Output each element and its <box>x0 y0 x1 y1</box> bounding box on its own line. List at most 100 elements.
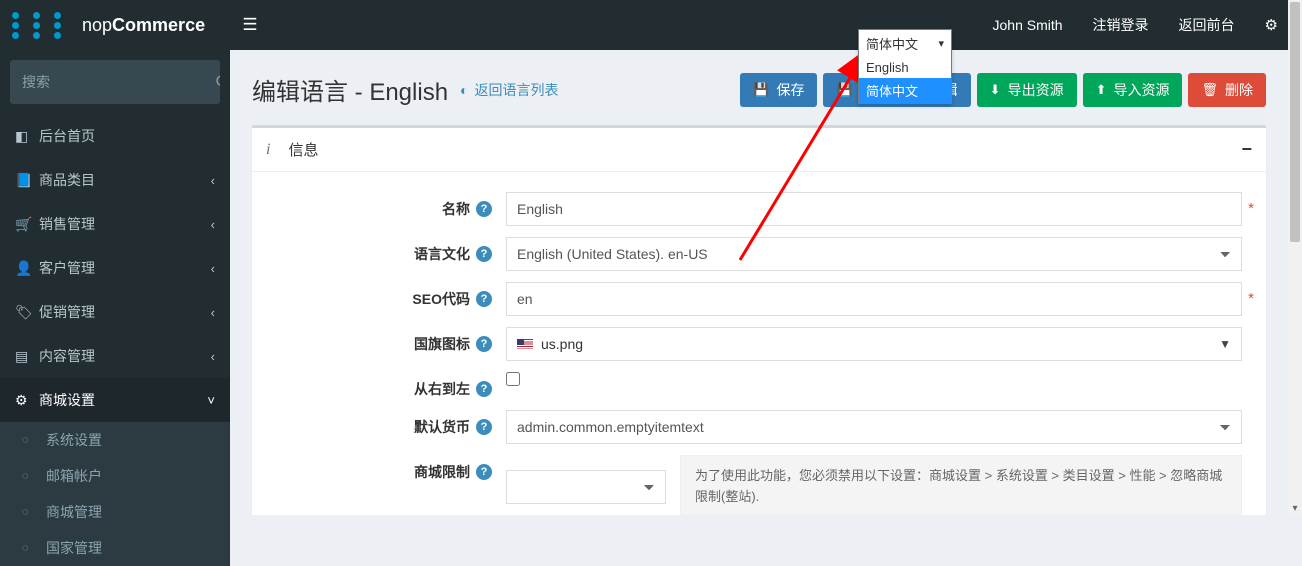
scroll-down-button[interactable]: ▾ <box>1288 501 1302 515</box>
input-name[interactable] <box>506 192 1242 226</box>
sidebar-subitem-0[interactable]: ◌系统设置 <box>0 422 230 458</box>
public-store-link[interactable]: 返回前台 <box>1179 15 1235 35</box>
user-name[interactable]: John Smith <box>993 17 1063 33</box>
info-panel: i 信息 − 名称? * 语言文化? English (United State… <box>252 125 1266 515</box>
chevron-icon: ‹ <box>211 261 215 276</box>
logo-icon <box>12 12 72 39</box>
required-mark: * <box>1248 200 1254 217</box>
help-icon[interactable]: ? <box>476 336 492 352</box>
nav-label: 客户管理 <box>39 258 211 278</box>
sidebar-item-3[interactable]: 👤客户管理‹ <box>0 246 230 290</box>
logo-text: nopCommerce <box>82 15 205 36</box>
sidebar-search <box>10 60 220 104</box>
sidebar: ◧后台首页📘商品类目‹🛒销售管理‹👤客户管理‹🏷促销管理‹▤内容管理‹⚙商城设置… <box>0 50 230 515</box>
nav-label: 促销管理 <box>39 302 211 322</box>
language-option-chinese[interactable]: 简体中文 <box>859 78 951 103</box>
chevron-icon: ‹ <box>211 173 215 188</box>
bullet-icon: ◌ <box>22 542 46 554</box>
delete-button[interactable]: 🗑删除 <box>1188 73 1266 107</box>
checkbox-rtl[interactable] <box>506 372 520 386</box>
content: 编辑语言 - English ◐ 返回语言列表 💾保存 💾保存并继续编辑 ⬇导出… <box>230 50 1288 515</box>
bullet-icon: ◌ <box>22 434 46 446</box>
nav-icon: 🏷 <box>15 304 39 321</box>
logout-link[interactable]: 注销登录 <box>1093 15 1149 35</box>
save-button[interactable]: 💾保存 <box>740 73 817 107</box>
page-title: 编辑语言 - English <box>252 72 448 107</box>
back-link[interactable]: ◐ 返回语言列表 <box>460 80 558 100</box>
nav-icon: 👤 <box>15 260 39 277</box>
nav-label: 内容管理 <box>39 346 211 366</box>
select-store-limit[interactable] <box>506 470 666 504</box>
sidebar-subitem-3[interactable]: ◌国家管理 <box>0 530 230 566</box>
sidebar-item-6[interactable]: ⚙商城设置˅ <box>0 378 230 422</box>
search-input[interactable] <box>10 60 215 104</box>
save-icon: 💾 <box>753 82 769 98</box>
save-icon: 💾 <box>836 82 852 98</box>
nav-label: 销售管理 <box>39 214 211 234</box>
select-flag[interactable]: us.png ▼ <box>506 327 1242 361</box>
scroll-thumb[interactable] <box>1290 2 1300 242</box>
nav-sublabel: 系统设置 <box>46 430 102 450</box>
upload-icon: ⬆ <box>1096 82 1107 98</box>
help-icon[interactable]: ? <box>476 381 492 397</box>
chevron-icon: ‹ <box>211 305 215 320</box>
nav-sublabel: 商城管理 <box>46 502 102 522</box>
chevron-down-icon: ▼ <box>1219 337 1231 351</box>
nav-icon: ⚙ <box>15 392 39 409</box>
select-currency[interactable]: admin.common.emptyitemtext <box>506 410 1242 444</box>
info-icon: i <box>266 141 270 159</box>
search-icon[interactable] <box>215 60 220 104</box>
language-option-english[interactable]: English <box>859 57 951 78</box>
nav-icon: 🛒 <box>15 216 39 233</box>
store-limit-warning: 为了使用此功能，您必须禁用以下设置：商城设置 > 系统设置 > 类目设置 > 性… <box>680 455 1242 515</box>
sidebar-item-1[interactable]: 📘商品类目‹ <box>0 158 230 202</box>
label-flag: 国旗图标 <box>414 334 470 354</box>
label-store-limit: 商城限制 <box>414 462 470 482</box>
label-culture: 语言文化 <box>414 244 470 264</box>
import-button[interactable]: ⬆导入资源 <box>1083 73 1183 107</box>
label-name: 名称 <box>442 199 470 219</box>
nav-icon: ▤ <box>15 348 39 365</box>
export-button[interactable]: ⬇导出资源 <box>977 73 1077 107</box>
logo[interactable]: nopCommerce <box>0 0 230 50</box>
label-rtl: 从右到左 <box>414 379 470 399</box>
required-mark: * <box>1248 290 1254 307</box>
nav-label: 后台首页 <box>39 126 215 146</box>
nav-icon: ◧ <box>15 128 39 145</box>
nav-icon: 📘 <box>15 172 39 189</box>
gear-icon[interactable]: ⚙ <box>1265 16 1278 34</box>
sidebar-item-0[interactable]: ◧后台首页 <box>0 114 230 158</box>
sidebar-item-4[interactable]: 🏷促销管理‹ <box>0 290 230 334</box>
bullet-icon: ◌ <box>22 470 46 482</box>
chevron-icon: ˅ <box>207 393 215 408</box>
nav-sublabel: 邮箱帐户 <box>46 466 102 486</box>
label-seo: SEO代码 <box>412 289 470 309</box>
input-seo[interactable] <box>506 282 1242 316</box>
page-header: 编辑语言 - English ◐ 返回语言列表 💾保存 💾保存并继续编辑 ⬇导出… <box>252 72 1266 107</box>
help-icon[interactable]: ? <box>476 291 492 307</box>
chevron-icon: ‹ <box>211 349 215 364</box>
language-select-current[interactable]: 简体中文 ▾ <box>859 30 951 57</box>
help-icon[interactable]: ? <box>476 419 492 435</box>
panel-collapse-button[interactable]: − <box>1241 139 1252 160</box>
sidebar-subitem-2[interactable]: ◌商城管理 <box>0 494 230 530</box>
nav-sublabel: 国家管理 <box>46 538 102 558</box>
label-currency: 默认货币 <box>414 417 470 437</box>
help-icon[interactable]: ? <box>476 201 492 217</box>
nav-label: 商品类目 <box>39 170 211 190</box>
help-icon[interactable]: ? <box>476 246 492 262</box>
select-culture[interactable]: English (United States). en-US <box>506 237 1242 271</box>
language-select[interactable]: 简体中文 ▾ English 简体中文 <box>858 29 952 104</box>
sidebar-item-2[interactable]: 🛒销售管理‹ <box>0 202 230 246</box>
panel-title: 信息 <box>288 139 318 160</box>
arrow-left-icon: ◐ <box>460 82 468 98</box>
menu-toggle-button[interactable]: ☰ <box>230 15 270 35</box>
nav-label: 商城设置 <box>39 390 207 410</box>
sidebar-subitem-1[interactable]: ◌邮箱帐户 <box>0 458 230 494</box>
chevron-icon: ‹ <box>211 217 215 232</box>
flag-us-icon <box>517 339 533 350</box>
scrollbar[interactable]: ▴ ▾ <box>1288 0 1302 515</box>
sidebar-item-5[interactable]: ▤内容管理‹ <box>0 334 230 378</box>
download-icon: ⬇ <box>990 82 1001 98</box>
help-icon[interactable]: ? <box>476 464 492 480</box>
